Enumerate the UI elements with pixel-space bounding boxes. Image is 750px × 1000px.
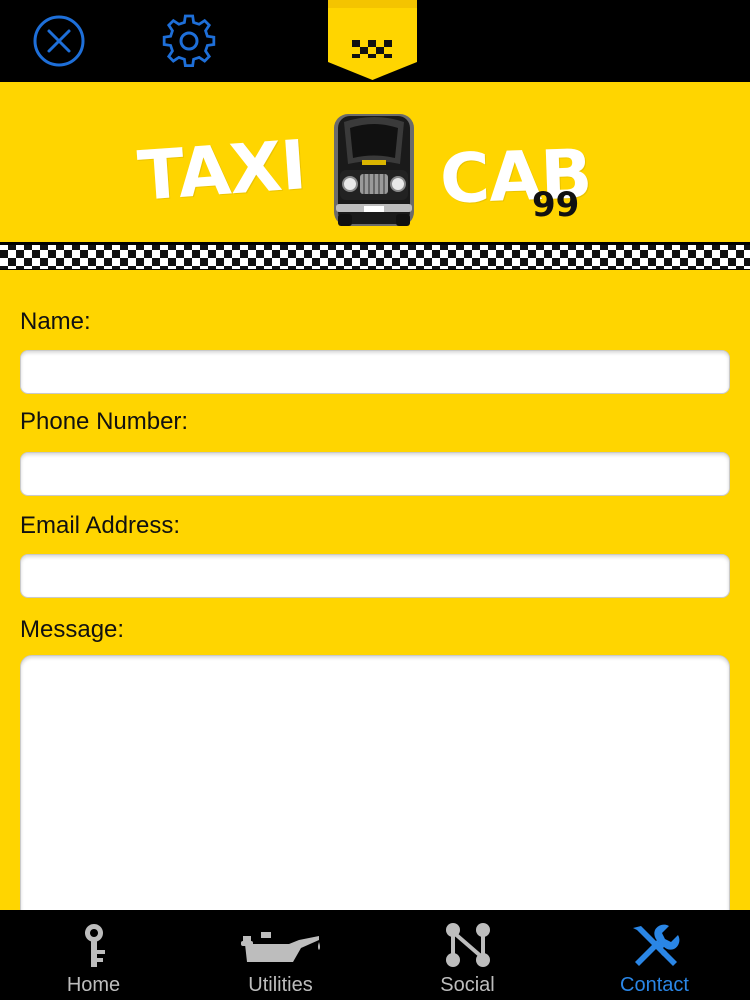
taxi-car-logo	[326, 112, 422, 230]
gear-icon	[162, 14, 216, 68]
social-network-icon	[443, 922, 493, 968]
logo-number: 99	[532, 185, 580, 225]
message-field[interactable]	[20, 655, 730, 925]
checker-strip	[0, 242, 750, 270]
name-field[interactable]	[20, 350, 730, 394]
taxi-car-icon	[334, 114, 414, 226]
name-label: Name:	[20, 308, 91, 335]
tab-home-label: Home	[66, 974, 121, 996]
contact-form: Name: Phone Number: Email Address: Messa…	[0, 270, 750, 925]
taxi-badge	[328, 0, 417, 80]
phone-label: Phone Number:	[20, 408, 189, 435]
phone-field[interactable]	[20, 452, 730, 496]
message-label: Message:	[20, 616, 125, 643]
logo-word-taxi: TAXI	[135, 126, 308, 217]
tab-social-label: Social	[440, 974, 495, 996]
tab-utilities[interactable]: Utilities	[187, 910, 374, 1000]
tab-contact[interactable]: Contact	[561, 910, 748, 1000]
tools-icon	[627, 922, 683, 968]
key-icon	[76, 922, 112, 968]
tab-contact-label: Contact	[620, 974, 689, 996]
taxi-checker-badge-icon	[328, 0, 417, 80]
close-button[interactable]	[30, 14, 88, 68]
email-label: Email Address:	[20, 512, 181, 539]
email-field[interactable]	[20, 554, 730, 598]
close-circle-icon	[33, 15, 85, 67]
logo-header: TAXI CAB 99	[0, 82, 750, 242]
tab-social[interactable]: Social	[374, 910, 561, 1000]
tab-home[interactable]: Home	[0, 910, 187, 1000]
top-bar	[0, 0, 750, 82]
oil-can-icon	[239, 922, 323, 968]
tab-bar: Home Utilities Social Contact	[0, 910, 750, 1000]
tab-utilities-label: Utilities	[248, 974, 313, 996]
settings-button[interactable]	[160, 14, 218, 68]
